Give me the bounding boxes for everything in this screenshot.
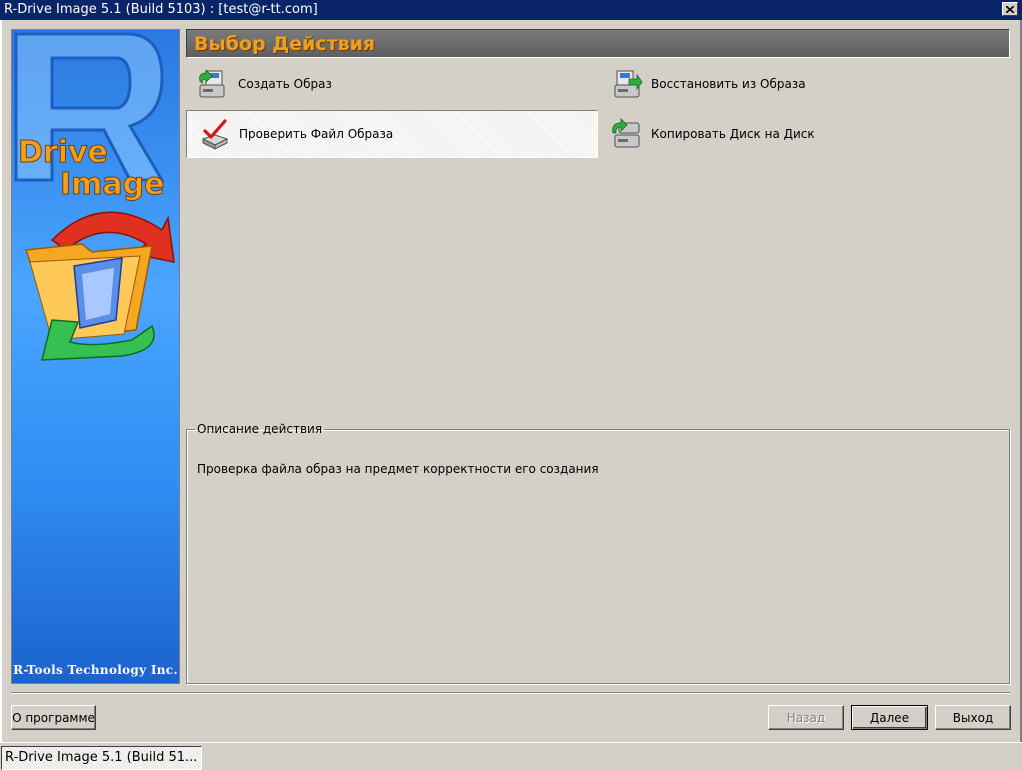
check-image-icon [201, 119, 229, 150]
next-button[interactable]: Далее [851, 705, 928, 730]
copy-disk-icon [612, 118, 640, 148]
action-copy-disk[interactable]: Копировать Диск на Диск [599, 110, 1009, 158]
taskbar-app-button[interactable]: R-Drive Image 5.1 (Build 51... [1, 746, 202, 770]
separator [11, 692, 1010, 694]
svg-text:Drive: Drive [18, 135, 108, 170]
company-name: R-Tools Technology Inc. [13, 663, 178, 677]
title-bar: R-Drive Image 5.1 (Build 5103) : [test@r… [0, 0, 1022, 20]
about-button[interactable]: О программе [11, 705, 96, 730]
description-text: Проверка файла образ на предмет корректн… [197, 462, 599, 476]
taskbar: R-Drive Image 5.1 (Build 51... [0, 742, 1022, 770]
page-title: Выбор Действия [194, 33, 376, 55]
action-restore-image[interactable]: Восстановить из Образа [599, 60, 1009, 108]
back-button[interactable]: Назад [768, 705, 844, 730]
action-check-image[interactable]: Проверить Файл Образа [186, 110, 598, 158]
brand-sidebar: Drive Image R-Tools Technology Inc. [11, 29, 180, 684]
create-image-icon [199, 69, 225, 98]
close-button[interactable] [1002, 2, 1018, 16]
description-legend: Описание действия [197, 422, 323, 436]
exit-button[interactable]: Выход [935, 705, 1011, 730]
svg-text:Image: Image [60, 167, 165, 202]
action-label: Восстановить из Образа [651, 77, 806, 91]
restore-image-icon [614, 70, 643, 98]
action-label: Создать Образ [238, 77, 332, 91]
header-bar: Выбор Действия [186, 29, 1010, 58]
window-title: R-Drive Image 5.1 (Build 5103) : [test@r… [4, 2, 318, 17]
action-label: Копировать Диск на Диск [651, 127, 815, 141]
action-create-image[interactable]: Создать Образ [186, 60, 596, 108]
r-drive-logo: Drive Image [14, 32, 175, 361]
close-icon [1006, 5, 1014, 13]
action-label: Проверить Файл Образа [239, 127, 394, 141]
description-group: Описание действия Проверка файла образ н… [186, 422, 1010, 684]
